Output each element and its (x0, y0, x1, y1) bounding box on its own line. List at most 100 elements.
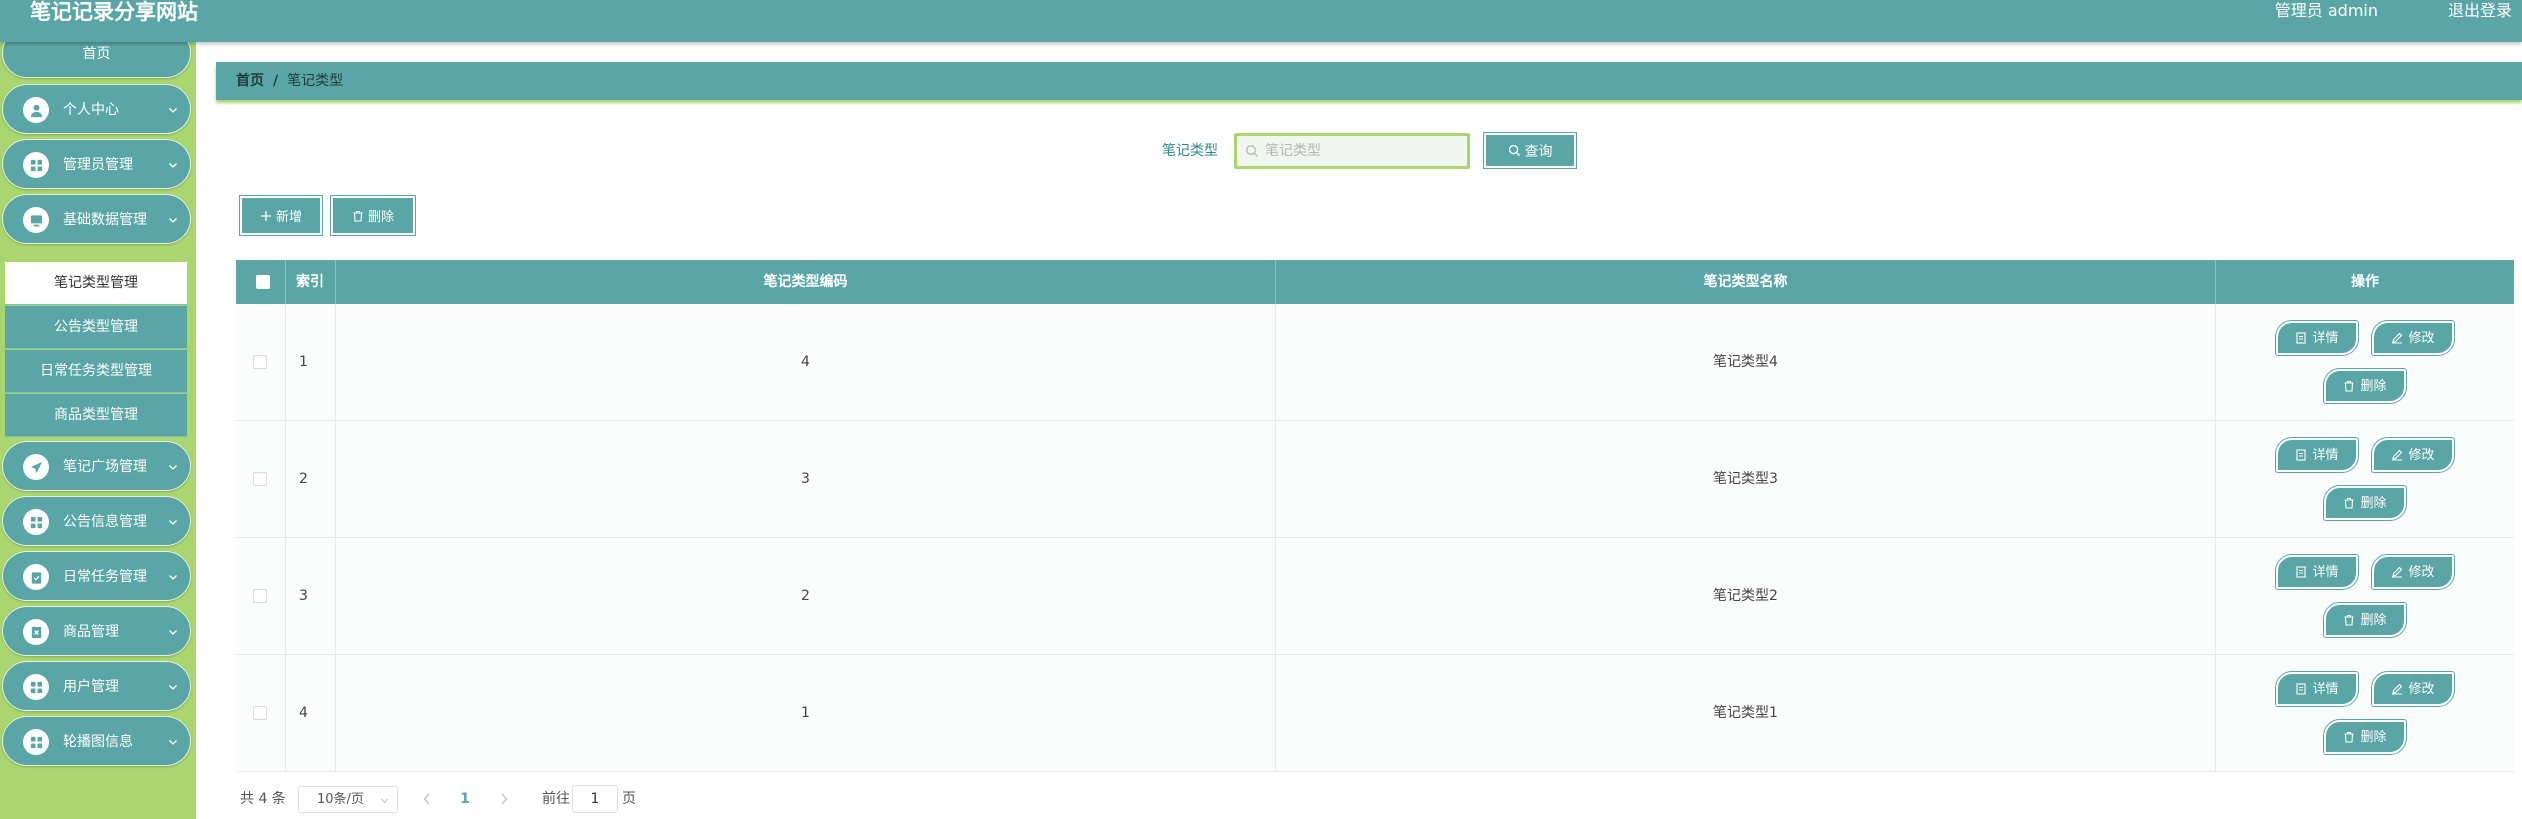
cell-actions: 详情 修改 删除 (2216, 655, 2514, 772)
search-icon (1246, 145, 1258, 157)
search-input[interactable] (1265, 136, 1465, 166)
person-icon (23, 97, 49, 123)
table-header: 索引 笔记类型编码 笔记类型名称 操作 (236, 260, 2514, 304)
search-icon (1508, 144, 1520, 157)
table-row: 1 4 笔记类型4 详情 修改 删除 (236, 304, 2514, 421)
trash-icon (2344, 497, 2354, 509)
chevron-down-icon (169, 218, 177, 223)
pencil-icon (2392, 332, 2403, 344)
add-button-label: 新增 (275, 210, 302, 225)
sidebar-item-label: 基础数据管理 (63, 212, 147, 228)
cell-name: 笔记类型1 (1276, 655, 2216, 772)
sidebar-item-basic-data[interactable]: 基础数据管理 (2, 194, 191, 244)
page-size-select[interactable]: 10条/页 (298, 786, 398, 813)
cell-actions: 详情 修改 删除 (2216, 421, 2514, 538)
sidebar-item-profile[interactable]: 个人中心 (2, 84, 191, 134)
pagination-goto-label: 前往 (542, 791, 570, 807)
pagination-page-unit: 页 (622, 791, 636, 807)
search-label: 笔记类型 (1162, 143, 1218, 159)
cell-index: 2 (286, 421, 336, 538)
detail-button[interactable]: 详情 (2275, 671, 2359, 707)
plus-icon (260, 210, 271, 221)
sidebar-item-products[interactable]: 商品管理 (2, 606, 191, 656)
batch-delete-button[interactable]: 删除 (330, 195, 416, 236)
cell-index: 4 (286, 655, 336, 772)
sidebar-subitem-notice-type[interactable]: 公告类型管理 (5, 306, 187, 349)
chevron-down-icon (169, 575, 177, 580)
breadcrumb-current: 笔记类型 (287, 73, 344, 89)
sidebar-item-label: 商品管理 (63, 624, 119, 640)
sidebar-subitem-task-type[interactable]: 日常任务类型管理 (5, 350, 187, 393)
document-icon (2296, 332, 2307, 344)
cell-code: 3 (336, 421, 1276, 538)
delete-button[interactable]: 删除 (2323, 719, 2407, 755)
document-icon (2296, 683, 2307, 695)
pencil-icon (2392, 566, 2403, 578)
monitor-icon (23, 207, 49, 233)
sidebar-item-carousel[interactable]: 轮播图信息 (2, 716, 191, 766)
cell-index: 3 (286, 538, 336, 655)
pencil-icon (2392, 683, 2403, 695)
detail-button[interactable]: 详情 (2275, 437, 2359, 473)
sidebar-item-label: 公告信息管理 (63, 514, 147, 530)
detail-button[interactable]: 详情 (2275, 554, 2359, 590)
row-checkbox[interactable] (253, 355, 267, 369)
top-bar: 笔记记录分享网站 管理员 admin 退出登录 (0, 0, 2522, 42)
grid-icon (23, 509, 49, 535)
column-header-index: 索引 (286, 260, 336, 304)
column-header-code: 笔记类型编码 (336, 260, 1276, 304)
logout-link[interactable]: 退出登录 (2448, 0, 2512, 22)
chevron-down-icon (169, 740, 177, 745)
current-user-label: 管理员 admin (2274, 1, 2378, 20)
detail-button[interactable]: 详情 (2275, 320, 2359, 356)
cell-name: 笔记类型3 (1276, 421, 2216, 538)
sidebar-item-label: 笔记广场管理 (63, 459, 147, 475)
chevron-down-icon (169, 630, 177, 635)
cell-actions: 详情 修改 删除 (2216, 304, 2514, 421)
row-checkbox[interactable] (253, 706, 267, 720)
breadcrumb-home[interactable]: 首页 (236, 73, 264, 89)
cell-code: 2 (336, 538, 1276, 655)
add-button[interactable]: 新增 (239, 195, 323, 236)
clipboard-check-icon (23, 564, 49, 590)
pagination-page-1[interactable]: 1 (458, 788, 472, 810)
sidebar-item-label: 管理员管理 (63, 157, 133, 173)
sidebar-item-users[interactable]: 用户管理 (2, 661, 191, 711)
site-title: 笔记记录分享网站 (30, 0, 198, 24)
sidebar-item-daily-tasks[interactable]: 日常任务管理 (2, 551, 191, 601)
sidebar-item-note-square[interactable]: 笔记广场管理 (2, 441, 191, 491)
trash-icon (353, 210, 363, 222)
row-checkbox[interactable] (253, 589, 267, 603)
cell-code: 1 (336, 655, 1276, 772)
search-field[interactable] (1234, 133, 1470, 169)
breadcrumb-separator: / (273, 73, 279, 89)
select-all-checkbox[interactable] (256, 275, 270, 289)
trash-icon (2344, 731, 2354, 743)
paper-plane-icon (23, 454, 49, 480)
query-button[interactable]: 查询 (1483, 132, 1577, 169)
document-icon (2296, 449, 2307, 461)
sidebar-subitem-product-type[interactable]: 商品类型管理 (5, 394, 187, 437)
grid-icon (23, 152, 49, 178)
column-header-name: 笔记类型名称 (1276, 260, 2216, 304)
chevron-down-icon (169, 685, 177, 690)
cell-actions: 详情 修改 删除 (2216, 538, 2514, 655)
sidebar-item-notices[interactable]: 公告信息管理 (2, 496, 191, 546)
cell-index: 1 (286, 304, 336, 421)
chevron-right-icon[interactable] (497, 790, 511, 808)
box-x-icon (23, 619, 49, 645)
cell-name: 笔记类型4 (1276, 304, 2216, 421)
row-checkbox[interactable] (253, 472, 267, 486)
query-button-label: 查询 (1524, 143, 1553, 160)
sidebar-item-label: 日常任务管理 (63, 569, 147, 585)
sidebar-subitem-note-type[interactable]: 笔记类型管理 (5, 262, 187, 305)
pagination-goto-input[interactable] (572, 785, 618, 813)
trash-icon (2344, 380, 2354, 392)
breadcrumb: 首页 / 笔记类型 (216, 62, 2522, 100)
chevron-down-icon (169, 465, 177, 470)
chevron-down-icon (169, 163, 177, 168)
sidebar-item-admins[interactable]: 管理员管理 (2, 139, 191, 189)
chevron-left-icon[interactable] (420, 790, 434, 808)
chevron-down-icon (380, 798, 389, 804)
cell-name: 笔记类型2 (1276, 538, 2216, 655)
